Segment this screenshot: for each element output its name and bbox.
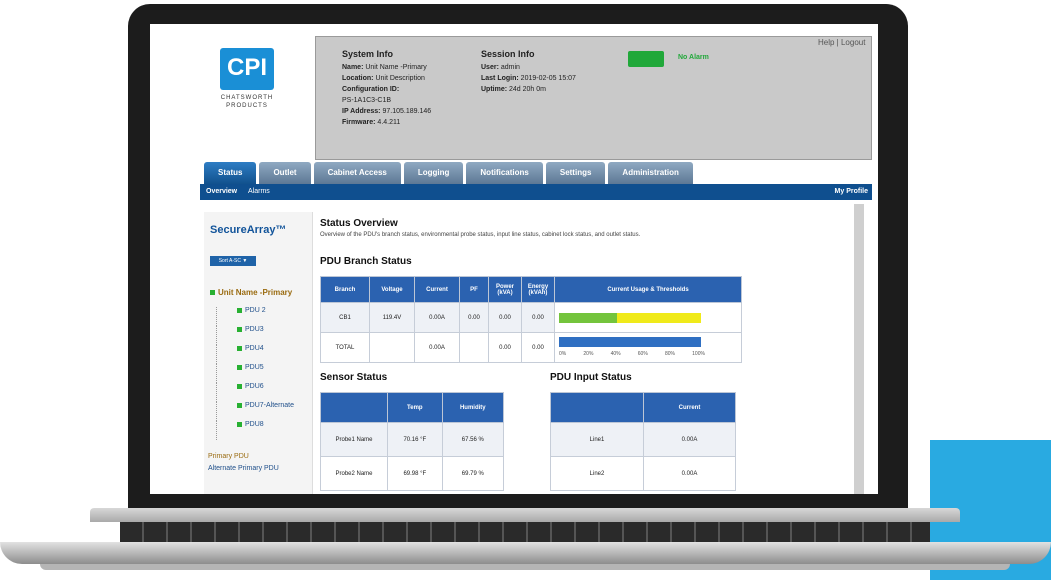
help-logout-link[interactable]: Help | Logout xyxy=(818,38,865,47)
main-content: Status Overview Overview of the PDU's br… xyxy=(320,212,850,494)
tree-item[interactable]: PDU 2 xyxy=(216,307,294,326)
usage-bar-total: 0% 20% 40% 60% 80% 100% xyxy=(554,332,742,363)
legend-alternate-pdu: Alternate Primary PDU xyxy=(208,465,279,472)
sidebar-title: SecureArray™ xyxy=(210,224,287,236)
info-panel: System Info Name: Unit Name -Primary Loc… xyxy=(315,36,872,160)
vertical-scrollbar[interactable] xyxy=(854,204,864,494)
alarm-indicator xyxy=(628,51,664,67)
tree-item[interactable]: PDU8 xyxy=(216,421,294,440)
pdu-tree: Unit Name -Primary PDU 2 PDU3 PDU4 PDU5 … xyxy=(210,288,294,440)
main-tabs: Status Outlet Cabinet Access Logging Not… xyxy=(204,162,696,184)
tab-notifications[interactable]: Notifications xyxy=(466,162,543,184)
sensor-table: Temp Humidity Probe1 Name 70.16 °F 67.56 % … xyxy=(320,392,505,491)
table-row: Line2 0.00A xyxy=(550,456,736,491)
branch-table: Branch Voltage Current PF Power (kVA) En… xyxy=(320,276,742,363)
session-info: Session Info User: admin Last Login: 201… xyxy=(481,49,576,93)
subnav-overview[interactable]: Overview xyxy=(206,188,237,195)
tab-settings[interactable]: Settings xyxy=(545,162,606,184)
system-info: System Info Name: Unit Name -Primary Loc… xyxy=(342,49,432,126)
tree-root[interactable]: Unit Name -Primary xyxy=(210,288,294,307)
table-row: TOTAL 0.00A 0.00 0.00 0% 20% 40% 60% 80% 100… xyxy=(320,332,742,363)
table-row: Line1 0.00A xyxy=(550,422,736,457)
table-row: Probe2 Name 69.98 °F 69.79 % xyxy=(320,456,505,491)
tree-item[interactable]: PDU7-Alternate xyxy=(216,402,294,421)
tree-item[interactable]: PDU5 xyxy=(216,364,294,383)
sidebar: SecureArray™ Sort A-SC ▼ Unit Name -Prim… xyxy=(204,212,313,494)
sort-dropdown[interactable]: Sort A-SC ▼ xyxy=(210,256,256,266)
alarm-label: No Alarm xyxy=(678,54,709,61)
tab-administration[interactable]: Administration xyxy=(608,162,693,184)
branch-status-title: PDU Branch Status xyxy=(320,256,412,267)
page-description: Overview of the PDU's branch status, env… xyxy=(320,232,641,238)
table-row: Probe1 Name 70.16 °F 67.56 % xyxy=(320,422,505,457)
sensor-status-title: Sensor Status xyxy=(320,372,388,383)
tab-status[interactable]: Status xyxy=(204,162,257,184)
page-title: Status Overview xyxy=(320,218,398,229)
input-status-title: PDU Input Status xyxy=(550,372,632,383)
status-dot xyxy=(210,290,215,296)
laptop-base xyxy=(0,508,1051,570)
tab-cabinet-access[interactable]: Cabinet Access xyxy=(313,162,401,184)
subnav-alarms[interactable]: Alarms xyxy=(248,188,270,195)
tab-outlet[interactable]: Outlet xyxy=(259,162,311,184)
screen: CPI CHATSWORTH PRODUCTS System Info Name:… xyxy=(150,24,878,494)
tree-item[interactable]: PDU4 xyxy=(216,345,294,364)
usage-bar-cb1 xyxy=(554,302,742,333)
tab-logging[interactable]: Logging xyxy=(403,162,464,184)
input-table: Current Line1 0.00A Line2 0.00A xyxy=(550,392,736,491)
tree-item[interactable]: PDU6 xyxy=(216,383,294,402)
tree-item[interactable]: PDU3 xyxy=(216,326,294,345)
sub-navigation: Overview Alarms My Profile xyxy=(200,184,872,200)
my-profile-link[interactable]: My Profile xyxy=(835,188,868,195)
legend-primary-pdu: Primary PDU xyxy=(208,453,249,460)
company-logo: CPI CHATSWORTH PRODUCTS xyxy=(212,48,282,110)
table-row: CB1 119.4V 0.00A 0.00 0.00 0.00 xyxy=(320,302,742,333)
